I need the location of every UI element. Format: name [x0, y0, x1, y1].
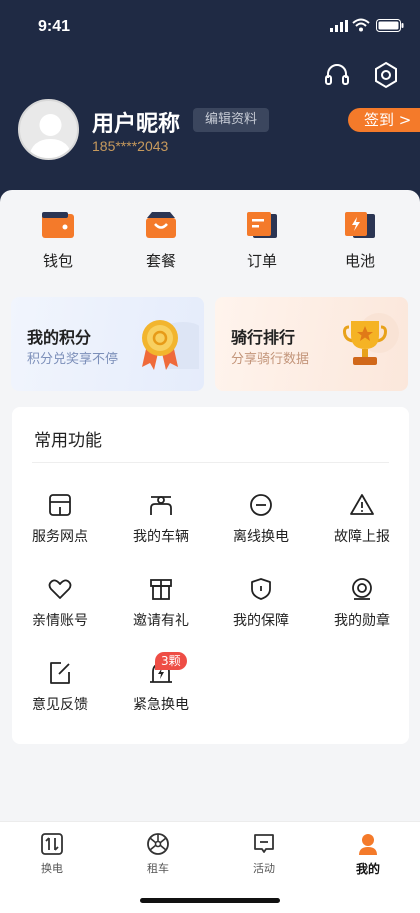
card-title: 我的积分	[27, 328, 92, 347]
feature-label: 邀请有礼	[133, 613, 189, 629]
feature-offline-swap[interactable]: 离线换电	[216, 492, 306, 546]
package-bag-icon	[146, 212, 176, 238]
shield-icon	[251, 578, 271, 600]
feature-my-medals[interactable]: 我的勋章	[317, 576, 407, 630]
offline-swap-icon	[250, 494, 272, 516]
feature-label: 服务网点	[32, 529, 88, 545]
home-indicator	[140, 898, 280, 903]
status-time: 9:41	[38, 18, 71, 35]
tab-label: 租车	[147, 862, 169, 875]
feedback-icon	[50, 662, 70, 684]
feature-label: 紧急换电	[133, 697, 189, 713]
signal-icon	[330, 20, 348, 32]
divider	[32, 462, 389, 463]
tab-label: 我的	[355, 862, 380, 876]
emergency-count-badge: 3颗	[155, 652, 187, 670]
battery-icon	[345, 212, 375, 238]
feature-feedback[interactable]: 意见反馈	[15, 660, 105, 714]
quick-action-label: 电池	[344, 252, 375, 270]
nickname: 用户昵称	[92, 112, 181, 137]
battery-status-icon	[376, 19, 404, 32]
edit-profile-button[interactable]: 编辑资料	[193, 108, 269, 132]
wifi-icon	[352, 18, 370, 32]
warning-icon	[350, 494, 374, 515]
status-bar: 9:41	[0, 0, 420, 54]
quick-action-label: 套餐	[145, 252, 176, 270]
ranking-card[interactable]: 骑行排行 分享骑行数据	[215, 297, 408, 391]
card-title: 骑行排行	[231, 328, 296, 347]
vehicle-icon	[150, 496, 172, 515]
user-icon	[359, 834, 377, 855]
tab-activity[interactable]: 活动	[234, 832, 294, 876]
quick-action-wallet[interactable]: 钱包	[23, 210, 93, 271]
phone-number: 185****2043	[92, 138, 169, 154]
badge-medal-icon	[352, 578, 372, 600]
feature-label: 意见反馈	[32, 697, 88, 713]
quick-action-package[interactable]: 套餐	[126, 210, 196, 271]
quick-action-label: 订单	[246, 252, 277, 270]
tab-swap[interactable]: 换电	[22, 832, 82, 876]
feature-label: 离线换电	[233, 529, 289, 545]
points-card[interactable]: 我的积分 积分兑奖享不停	[11, 297, 204, 391]
trophy-icon	[343, 313, 399, 365]
wheel-icon	[147, 833, 169, 855]
quick-action-battery[interactable]: 电池	[325, 210, 395, 271]
feature-invite-gift[interactable]: 邀请有礼	[116, 576, 206, 630]
section-title: 常用功能	[34, 431, 102, 451]
feature-label: 故障上报	[334, 529, 390, 545]
feature-fault-report[interactable]: 故障上报	[317, 492, 407, 546]
feature-label: 我的勋章	[334, 613, 390, 629]
medal-icon	[142, 320, 199, 370]
heart-icon	[48, 579, 72, 599]
feature-label: 亲情账号	[32, 613, 88, 629]
quick-action-orders[interactable]: 订单	[227, 210, 297, 271]
headset-icon[interactable]	[322, 60, 352, 90]
card-subtitle: 分享骑行数据	[231, 352, 310, 367]
wallet-icon	[42, 212, 74, 238]
activity-icon	[254, 834, 274, 853]
feature-my-protection[interactable]: 我的保障	[216, 576, 306, 630]
card-subtitle: 积分兑奖享不停	[27, 352, 119, 367]
quick-action-label: 钱包	[42, 252, 73, 270]
signin-button[interactable]: 签到 >	[348, 108, 420, 132]
tab-mine[interactable]: 我的	[338, 832, 398, 877]
swap-icon	[41, 833, 63, 855]
tab-rent[interactable]: 租车	[128, 832, 188, 876]
feature-label: 我的保障	[233, 613, 289, 629]
settings-icon[interactable]	[371, 60, 401, 90]
avatar[interactable]	[18, 99, 79, 160]
store-icon	[49, 494, 71, 516]
feature-service-points[interactable]: 服务网点	[15, 492, 105, 546]
order-icon	[247, 212, 277, 238]
tab-label: 换电	[41, 862, 63, 875]
tab-label: 活动	[253, 862, 275, 875]
feature-my-vehicle[interactable]: 我的车辆	[116, 492, 206, 546]
gift-icon	[150, 579, 172, 600]
feature-family-account[interactable]: 亲情账号	[15, 576, 105, 630]
feature-label: 我的车辆	[133, 529, 189, 545]
